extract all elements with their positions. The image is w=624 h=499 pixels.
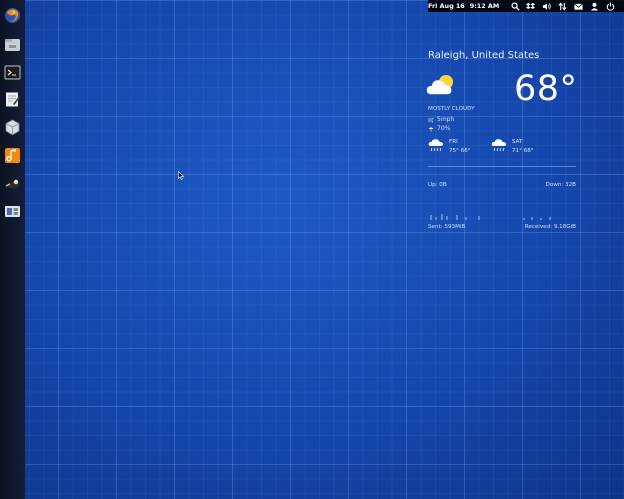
text-editor-icon[interactable] <box>4 91 21 108</box>
mail-icon[interactable] <box>571 0 587 12</box>
game-icon[interactable] <box>4 175 21 192</box>
wind-info: 5mph <box>428 116 454 123</box>
files-icon[interactable] <box>4 36 21 53</box>
weather-condition: MOSTLY CLOUDY <box>428 106 475 112</box>
user-icon[interactable] <box>586 0 602 12</box>
power-icon[interactable] <box>602 0 618 12</box>
network-up: Up: 0B <box>428 182 447 188</box>
terminal-icon[interactable] <box>4 64 21 81</box>
forecast-temps: 71° 68° <box>512 148 534 154</box>
clock-date: Fri Aug 16 <box>428 2 465 10</box>
network-received: Received: 9.18GiB <box>524 224 576 230</box>
forecast-day: FRI 75° 66° <box>428 138 471 156</box>
forecast-day-name: SAT <box>512 139 523 145</box>
rain-cloud-icon <box>491 139 506 152</box>
wind-speed: 5mph <box>437 116 455 123</box>
launcher-dock <box>0 0 25 499</box>
weather-location: Raleigh, United States <box>428 50 540 61</box>
volume-icon[interactable] <box>539 0 555 12</box>
dropbox-icon[interactable] <box>523 0 539 12</box>
music-player-icon[interactable] <box>4 147 21 164</box>
mouse-pointer-icon <box>178 171 184 180</box>
rain-cloud-icon <box>428 139 443 152</box>
humidity-icon <box>428 126 434 131</box>
forecast-day: SAT 71° 68° <box>491 138 534 156</box>
network-activity-graph <box>430 214 551 220</box>
clock-time: 9:12 AM <box>469 2 500 10</box>
clock[interactable]: Fri Aug 16 9:12 AM <box>428 2 499 10</box>
widget-divider <box>428 166 576 167</box>
wind-icon <box>428 117 434 123</box>
search-icon[interactable] <box>507 0 523 12</box>
top-panel: Fri Aug 16 9:12 AM <box>428 0 624 12</box>
forecast-day-name: FRI <box>449 139 458 145</box>
virtualbox-icon[interactable] <box>4 119 21 136</box>
network-down: Down: 32B <box>545 182 576 188</box>
humidity-value: 70% <box>437 125 451 132</box>
firefox-icon[interactable] <box>4 7 21 24</box>
system-monitor-icon[interactable] <box>4 203 21 220</box>
forecast-temps: 75° 66° <box>449 148 471 154</box>
network-sent: Sent: 593MiB <box>428 224 466 230</box>
partly-cloudy-icon <box>426 75 453 95</box>
network-icon[interactable] <box>555 0 571 12</box>
current-temperature: 68° <box>514 69 578 109</box>
humidity-info: 70% <box>428 125 450 132</box>
